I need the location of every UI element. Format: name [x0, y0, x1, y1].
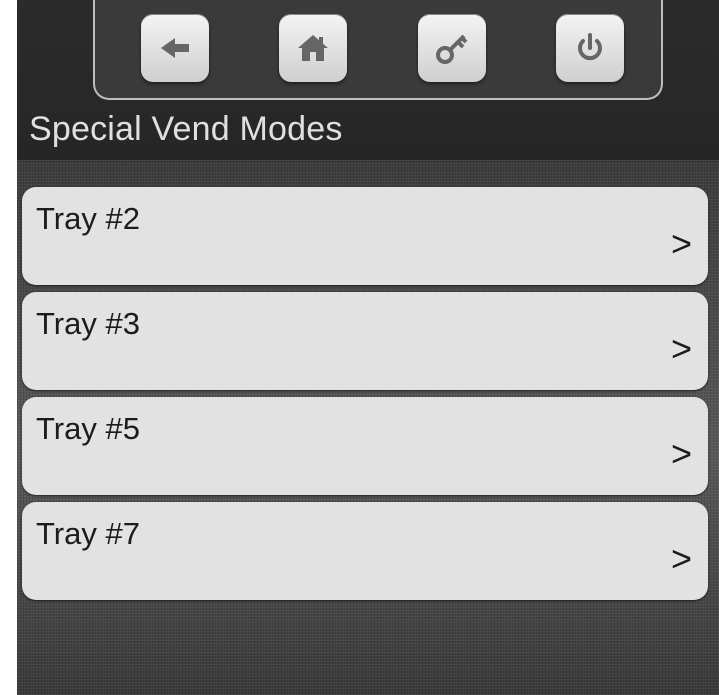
page-title: Special Vend Modes — [29, 110, 343, 148]
tray-label: Tray #3 — [36, 306, 140, 341]
power-button[interactable] — [556, 14, 624, 82]
home-icon — [298, 35, 328, 61]
header: Special Vend Modes — [17, 0, 719, 160]
screen: Special Vend Modes Tray #2 > Tray #3 > T… — [17, 0, 719, 695]
power-icon — [578, 33, 602, 61]
tray-row-5[interactable]: Tray #5 > — [22, 397, 708, 495]
tray-label: Tray #7 — [36, 516, 140, 551]
chevron-right-icon: > — [670, 328, 692, 369]
back-button[interactable] — [141, 14, 209, 82]
toolbar — [93, 0, 663, 100]
tray-label: Tray #2 — [36, 201, 140, 236]
tray-row-3[interactable]: Tray #3 > — [22, 292, 708, 390]
chevron-right-icon: > — [670, 223, 692, 264]
tray-label: Tray #5 — [36, 411, 140, 446]
tray-row-7[interactable]: Tray #7 > — [22, 502, 708, 600]
tray-row-2[interactable]: Tray #2 > — [22, 187, 708, 285]
tray-list: Tray #2 > Tray #3 > Tray #5 > Tray #7 > — [17, 160, 719, 695]
chevron-right-icon: > — [670, 538, 692, 579]
key-icon — [436, 34, 468, 64]
arrow-left-icon — [161, 38, 189, 58]
chevron-right-icon: > — [670, 433, 692, 474]
key-button[interactable] — [418, 14, 486, 82]
home-button[interactable] — [279, 14, 347, 82]
